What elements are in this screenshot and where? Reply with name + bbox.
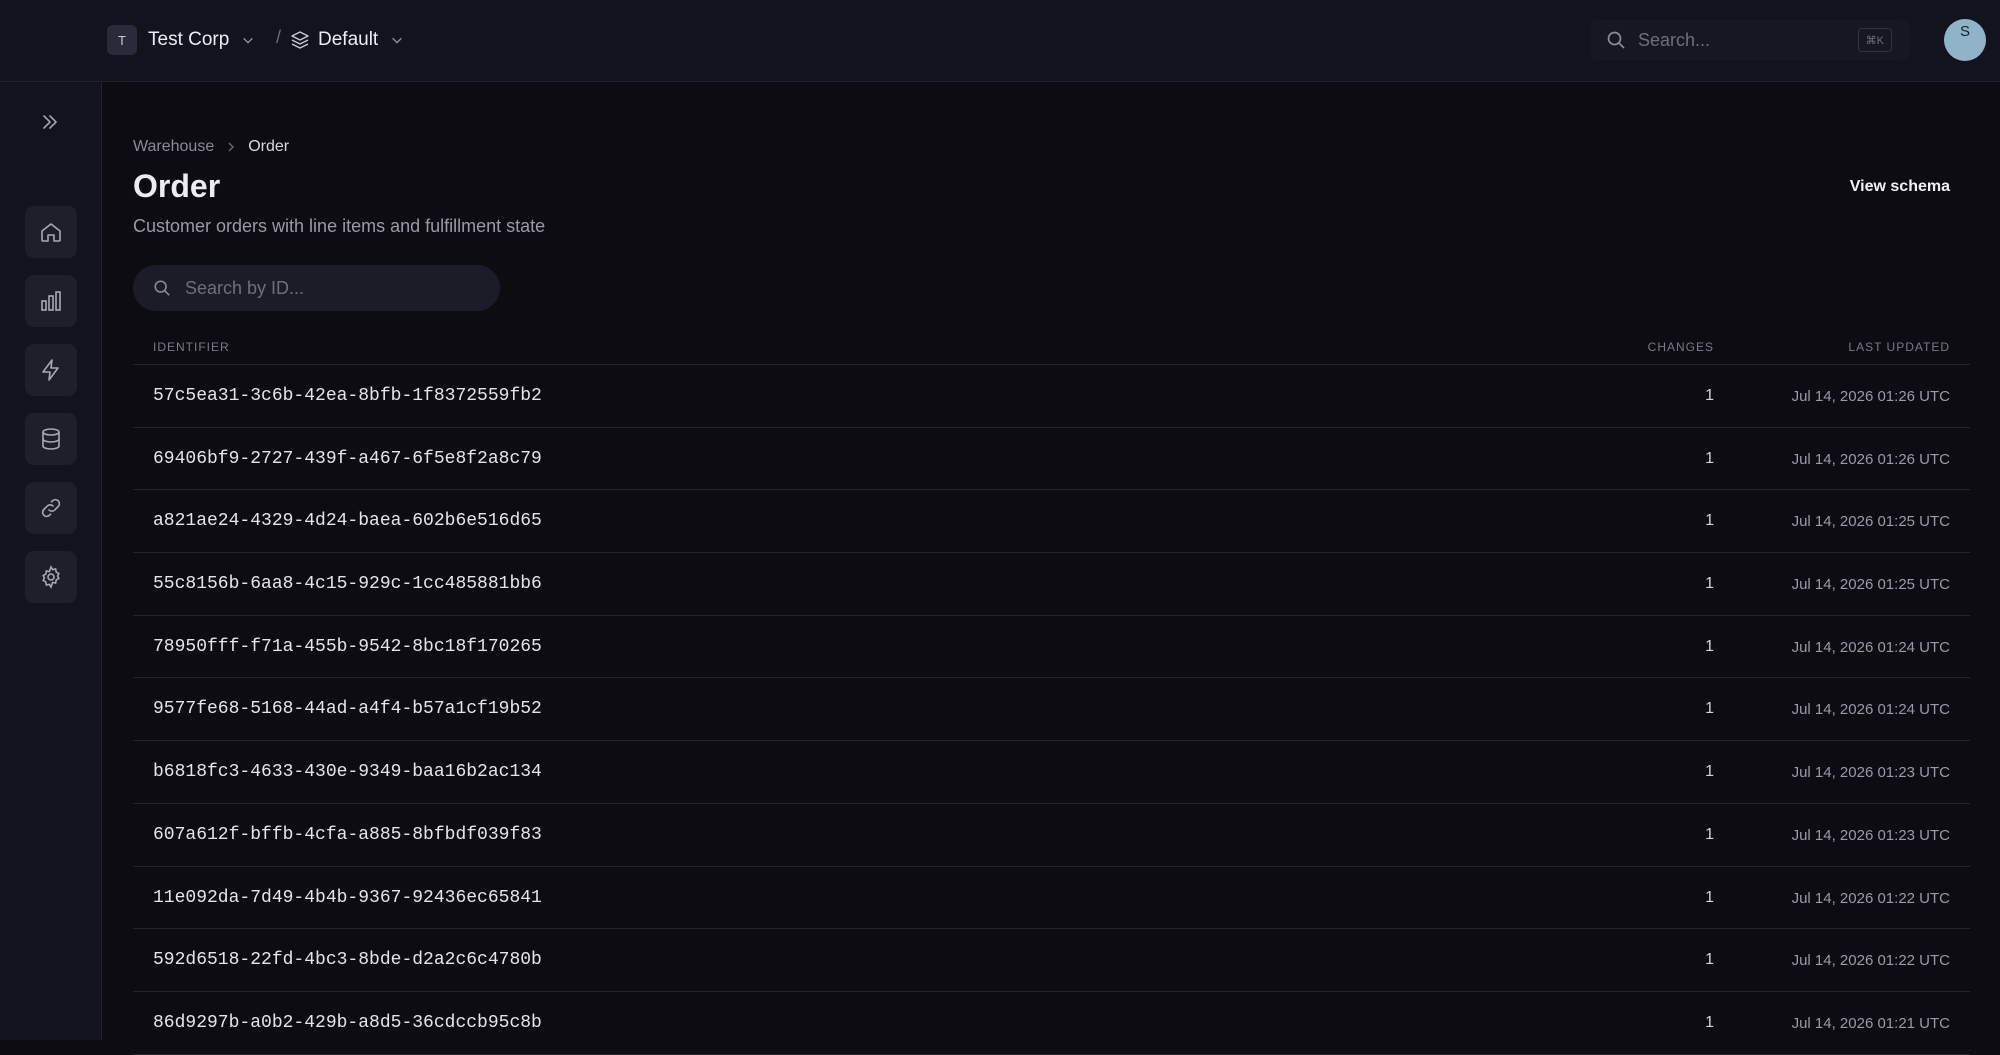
database-icon	[42, 428, 60, 450]
row-identifier: 11e092da-7d49-4b4b-9367-92436ec65841	[153, 887, 542, 908]
sidebar	[0, 82, 102, 1040]
row-identifier: 55c8156b-6aa8-4c15-929c-1cc485881bb6	[153, 574, 542, 595]
table-row[interactable]: 86d9297b-a0b2-429b-a8d5-36cdccb95c8b 1 Jul…	[133, 992, 1970, 1055]
column-header-changes[interactable]: CHANGES	[1648, 340, 1714, 354]
table-body: 57c5ea31-3c6b-42ea-8bfb-1f8372559fb2 1 Jul…	[133, 365, 1970, 1055]
table-row[interactable]: a821ae24-4329-4d24-baea-602b6e516d65 1 Jul…	[133, 490, 1970, 554]
main-content: Warehouse Order Order Customer orders wi…	[103, 83, 2000, 1055]
row-last-updated: Jul 14, 2026 01:22 UTC	[1791, 889, 1950, 907]
row-changes: 1	[1705, 888, 1714, 906]
chevron-down-icon	[392, 37, 403, 44]
row-identifier: 607a612f-bffb-4cfa-a885-8bfbdf039f83	[153, 824, 542, 845]
row-changes: 1	[1705, 387, 1714, 404]
org-avatar: T	[107, 25, 137, 55]
expand-sidebar-button[interactable]	[36, 108, 64, 136]
chevron-down-icon	[243, 37, 254, 44]
chevron-right-icon	[228, 142, 235, 152]
row-last-updated: Jul 14, 2026 01:25 UTC	[1791, 576, 1950, 594]
table-row[interactable]: 592d6518-22fd-4bc3-8bde-d2a2c6c4780b 1 Jul…	[133, 929, 1970, 992]
table-row[interactable]: 55c8156b-6aa8-4c15-929c-1cc485881bb6 1 Jul…	[133, 553, 1970, 616]
layers-icon	[291, 31, 309, 49]
global-search-placeholder: Search...	[1638, 29, 1711, 50]
page-title: Order	[133, 168, 221, 204]
breadcrumb-warehouse-link[interactable]: Warehouse	[133, 138, 214, 156]
breadcrumb-current: Order	[248, 138, 290, 155]
gear-icon	[42, 565, 60, 589]
column-header-last-updated[interactable]: LAST UPDATED	[1848, 340, 1950, 354]
chevrons-right-icon	[43, 115, 57, 129]
row-last-updated: Jul 14, 2026 01:22 UTC	[1791, 952, 1950, 970]
search-icon	[154, 280, 170, 296]
row-identifier: b6818fc3-4633-430e-9349-baa16b2ac134	[153, 762, 542, 783]
search-icon	[1607, 31, 1625, 49]
top-bar: T Test Corp / Default Search... ⌘K S	[0, 0, 2000, 82]
row-identifier: 57c5ea31-3c6b-42ea-8bfb-1f8372559fb2	[153, 386, 542, 406]
id-search-input[interactable]	[183, 276, 473, 300]
table-row[interactable]: 607a612f-bffb-4cfa-a885-8bfbdf039f83 1 Jul…	[133, 804, 1970, 867]
sidebar-item-home[interactable]	[25, 206, 77, 258]
row-last-updated: Jul 14, 2026 01:26 UTC	[1791, 388, 1950, 405]
id-search-box	[133, 265, 500, 311]
table-row[interactable]: b6818fc3-4633-430e-9349-baa16b2ac134 1 Jul…	[133, 741, 1970, 804]
lightning-icon	[42, 359, 59, 381]
row-changes: 1	[1705, 825, 1714, 843]
bar-chart-icon	[41, 291, 61, 311]
row-changes: 1	[1705, 1013, 1714, 1031]
environment-name: Default	[318, 29, 379, 50]
row-changes: 1	[1705, 575, 1714, 593]
link-icon	[41, 498, 61, 518]
table-row[interactable]: 57c5ea31-3c6b-42ea-8bfb-1f8372559fb2 1 Jul…	[133, 365, 1970, 428]
table-row[interactable]: 78950fff-f71a-455b-9542-8bc18f170265 1 Jul…	[133, 616, 1970, 679]
row-identifier: 9577fe68-5168-44ad-a4f4-b57a1cf19b52	[153, 699, 542, 720]
row-identifier: a821ae24-4329-4d24-baea-602b6e516d65	[153, 511, 542, 532]
sidebar-item-integrations[interactable]	[25, 482, 77, 534]
org-name: Test Corp	[148, 29, 230, 50]
breadcrumb-separator: /	[276, 27, 282, 47]
breadcrumb: Warehouse Order	[133, 138, 289, 156]
row-last-updated: Jul 14, 2026 01:24 UTC	[1791, 701, 1950, 719]
table-header: IDENTIFIER CHANGES LAST UPDATED	[133, 325, 1970, 365]
row-last-updated: Jul 14, 2026 01:25 UTC	[1791, 513, 1950, 531]
sidebar-item-analytics[interactable]	[25, 275, 77, 327]
row-last-updated: Jul 14, 2026 01:21 UTC	[1791, 1014, 1950, 1032]
row-identifier: 69406bf9-2727-439f-a467-6f5e8f2a8c79	[153, 448, 542, 469]
sidebar-item-events[interactable]	[25, 344, 77, 396]
row-last-updated: Jul 14, 2026 01:26 UTC	[1791, 450, 1950, 468]
row-changes: 1	[1705, 637, 1714, 655]
sidebar-item-settings[interactable]	[25, 551, 77, 603]
sidebar-item-warehouse[interactable]	[25, 413, 77, 465]
home-icon	[41, 223, 61, 242]
page-subtitle: Customer orders with line items and fulf…	[133, 216, 546, 236]
row-changes: 1	[1705, 951, 1714, 969]
view-schema-button[interactable]: View schema	[1850, 178, 1950, 196]
user-avatar[interactable]: S	[1944, 19, 1986, 61]
row-changes: 1	[1705, 512, 1714, 530]
row-last-updated: Jul 14, 2026 01:23 UTC	[1791, 826, 1950, 844]
row-changes: 1	[1705, 700, 1714, 718]
row-identifier: 78950fff-f71a-455b-9542-8bc18f170265	[153, 636, 542, 657]
row-identifier: 592d6518-22fd-4bc3-8bde-d2a2c6c4780b	[153, 950, 542, 971]
table-row[interactable]: 9577fe68-5168-44ad-a4f4-b57a1cf19b52 1 Jul…	[133, 678, 1970, 742]
column-header-identifier[interactable]: IDENTIFIER	[153, 340, 230, 354]
table-row[interactable]: 69406bf9-2727-439f-a467-6f5e8f2a8c79 1 Jul…	[133, 428, 1970, 491]
global-search-input[interactable]: Search... ⌘K	[1590, 20, 1910, 60]
keyboard-shortcut-badge: ⌘K	[1857, 28, 1892, 52]
row-changes: 1	[1705, 763, 1714, 781]
org-switcher[interactable]: T Test Corp	[107, 25, 255, 55]
row-identifier: 86d9297b-a0b2-429b-a8d5-36cdccb95c8b	[153, 1012, 542, 1033]
row-last-updated: Jul 14, 2026 01:23 UTC	[1791, 764, 1950, 782]
environment-switcher[interactable]: Default	[290, 25, 404, 55]
row-last-updated: Jul 14, 2026 01:24 UTC	[1791, 638, 1950, 656]
row-changes: 1	[1705, 449, 1714, 467]
table-row[interactable]: 11e092da-7d49-4b4b-9367-92436ec65841 1 Jul…	[133, 867, 1970, 930]
records-table: IDENTIFIER CHANGES LAST UPDATED 57c5ea31…	[133, 325, 1970, 1055]
